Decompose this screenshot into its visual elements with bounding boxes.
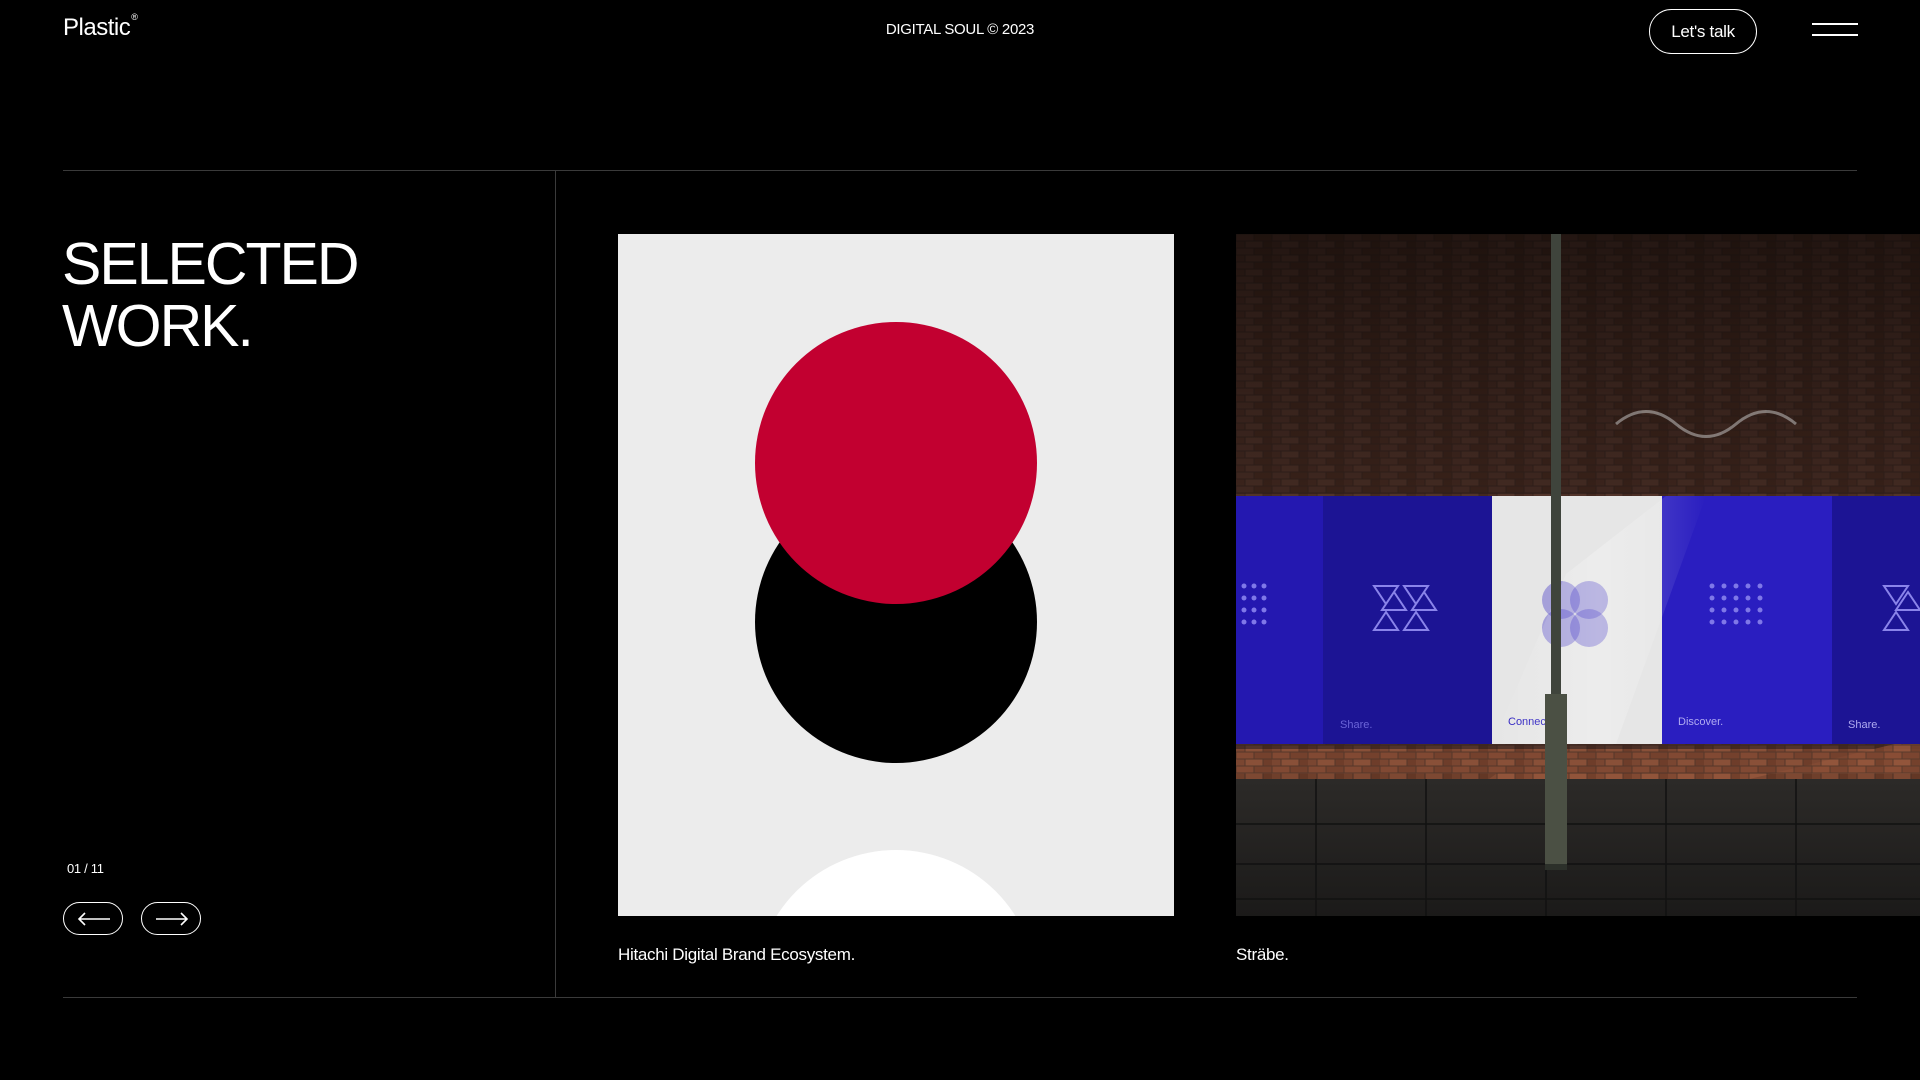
vertical-divider <box>555 170 556 998</box>
red-circle <box>755 322 1037 604</box>
project-caption[interactable]: Hitachi Digital Brand Ecosystem. <box>618 945 855 965</box>
poster-label: Share. <box>1340 719 1372 731</box>
section-title-line: WORK. <box>62 293 254 359</box>
lets-talk-button[interactable]: Let's talk <box>1649 9 1757 54</box>
slide-counter: 01 / 11 <box>67 861 104 876</box>
menu-line <box>1812 34 1858 36</box>
section-title-line: SELECTED <box>62 231 359 297</box>
menu-line <box>1812 23 1858 25</box>
project-card-strabe[interactable]: Share. Connect. Discover. Share. <box>1236 234 1920 916</box>
poster-label: Share. <box>1848 719 1880 731</box>
section-title: SELECTED WORK. <box>62 231 359 359</box>
poster-label: Discover. <box>1678 716 1723 728</box>
arrow-right-icon <box>156 912 189 926</box>
project-card-hitachi[interactable] <box>618 234 1174 916</box>
prev-slide-button[interactable] <box>63 902 123 935</box>
hamburger-menu-icon[interactable] <box>1812 20 1858 40</box>
top-divider <box>63 170 1857 171</box>
project-caption[interactable]: Sträbe. <box>1236 945 1289 965</box>
next-slide-button[interactable] <box>141 902 201 935</box>
strabe-photo: Share. Connect. Discover. Share. <box>1236 234 1920 916</box>
arrow-left-icon <box>77 912 110 926</box>
header-tagline: DIGITAL SOUL © 2023 <box>885 21 1035 38</box>
hitachi-artwork <box>618 234 1174 916</box>
site-header: Plastic® DIGITAL SOUL © 2023 Let's talk <box>0 0 1920 70</box>
bottom-divider <box>63 997 1857 998</box>
